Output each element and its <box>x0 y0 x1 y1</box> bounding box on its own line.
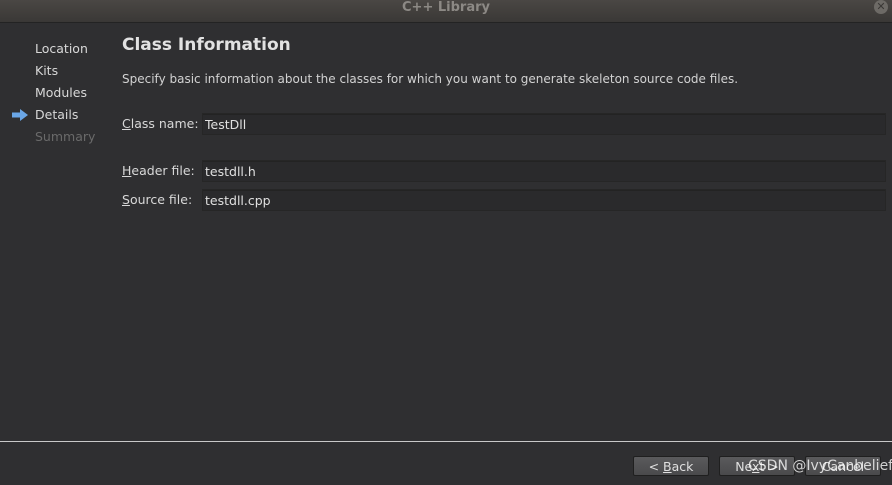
source-file-row: Source file: <box>122 189 886 211</box>
wizard-window: C++ Library ✕ Location Kits Modules Deta… <box>0 0 892 485</box>
class-name-input[interactable] <box>202 113 886 135</box>
step-label: Details <box>35 107 79 122</box>
close-icon[interactable]: ✕ <box>874 0 888 14</box>
step-label: Modules <box>35 85 87 100</box>
next-button[interactable]: Next > <box>719 456 795 476</box>
back-button[interactable]: < Back <box>633 456 709 476</box>
step-label: Summary <box>35 129 96 144</box>
class-name-row: Class name: <box>122 113 886 135</box>
cancel-button[interactable]: Cancel <box>805 456 881 476</box>
step-label: Kits <box>35 63 59 78</box>
page-description: Specify basic information about the clas… <box>122 72 739 86</box>
step-summary: Summary <box>0 126 110 148</box>
class-name-label: Class name: <box>122 116 199 131</box>
header-file-row: Header file: <box>122 160 886 182</box>
header-file-label: Header file: <box>122 163 195 178</box>
source-file-input[interactable] <box>202 189 886 211</box>
step-kits: Kits <box>0 60 110 82</box>
wizard-steps: Location Kits Modules Details Summary <box>0 38 110 148</box>
title-bar[interactable]: C++ Library ✕ <box>0 0 892 23</box>
footer-separator <box>0 441 892 442</box>
source-file-label: Source file: <box>122 192 193 207</box>
step-modules: Modules <box>0 82 110 104</box>
window-title: C++ Library <box>402 0 490 15</box>
arrow-right-icon <box>12 109 28 121</box>
step-details: Details <box>0 104 110 126</box>
step-label: Location <box>35 41 88 56</box>
header-file-input[interactable] <box>202 160 886 182</box>
page-title: Class Information <box>122 35 291 55</box>
step-location: Location <box>0 38 110 60</box>
